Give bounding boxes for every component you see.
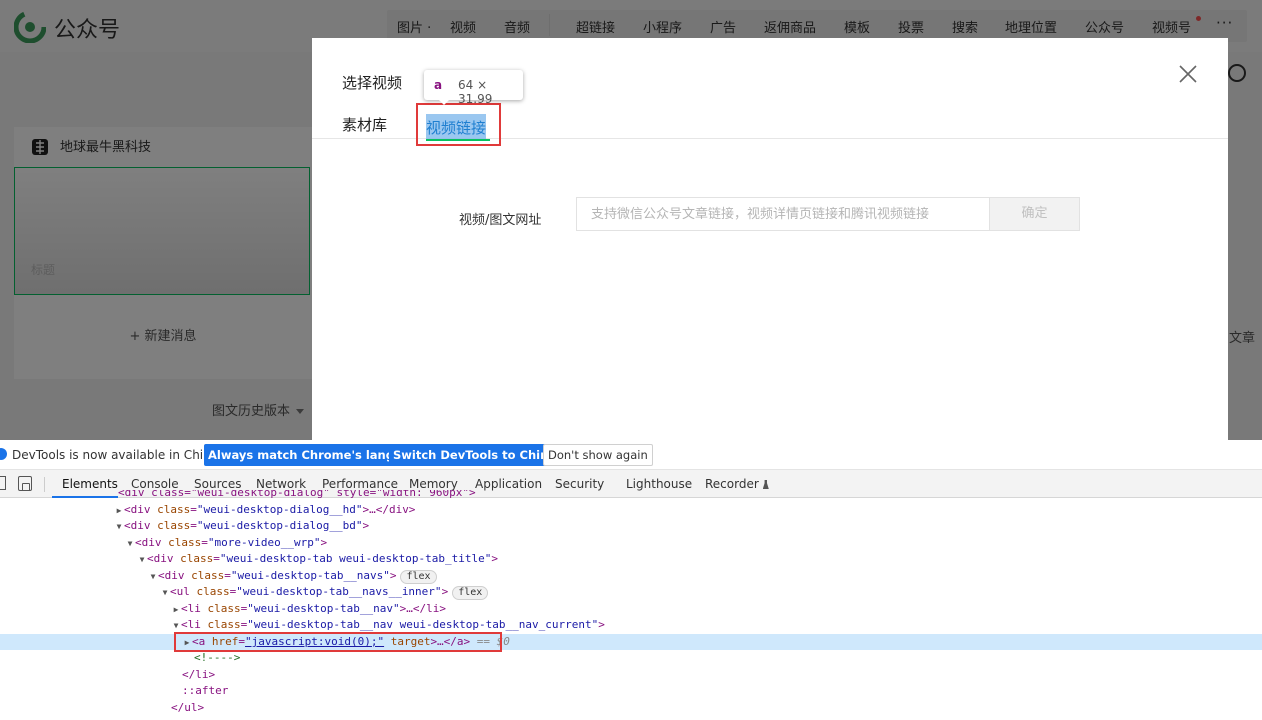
inspect-tooltip: a 64 × 31.99 [424, 70, 523, 106]
dom-row-tab-title[interactable]: ▼ <div class="weui-desktop-tab weui-deskt… [0, 551, 1262, 567]
experiment-flask-icon [762, 480, 769, 489]
dom-val: "weui-desktop-tab__nav" [247, 602, 400, 615]
confirm-button[interactable]: 确定 [989, 197, 1080, 231]
expand-arrow-icon[interactable]: ▶ [171, 602, 181, 618]
dom-attr: class [207, 618, 241, 631]
devtools-infobar: DevTools is now available in Chinese! Al… [0, 440, 1262, 470]
expand-arrow-icon[interactable]: ▶ [114, 503, 124, 519]
tab-network[interactable]: Network [256, 477, 306, 491]
dom-val: "weui-desktop-tab__navs" [230, 569, 390, 582]
dom-row-navs-inner[interactable]: ▼ <ul class="weui-desktop-tab__navs__inne… [0, 584, 1262, 600]
dom-val: "weui-desktop-tab weui-desktop-tab_title… [219, 552, 492, 565]
collapse-arrow-icon[interactable]: ▼ [160, 585, 170, 601]
dom-row-li-close[interactable]: </li> [0, 667, 1262, 683]
dom-tag-end: </ul> [171, 701, 205, 714]
dom-val: "weui-desktop-dialog__bd" [196, 519, 363, 532]
tooltip-tag: a [434, 78, 443, 92]
infobar-message: DevTools is now available in Chinese! [12, 448, 237, 462]
dom-tag-end: > [389, 569, 397, 582]
tab-highlight-box [416, 103, 501, 146]
dom-highlight-box [174, 632, 502, 652]
dom-tag: <li [181, 602, 208, 615]
collapse-arrow-icon[interactable]: ▼ [125, 536, 135, 552]
tab-console[interactable]: Console [131, 477, 179, 491]
inspect-element-icon[interactable] [0, 476, 6, 490]
dom-row-more-video[interactable]: ▼ <div class="more-video__wrp"> [0, 535, 1262, 551]
dom-tag: <li [181, 618, 208, 631]
tab-sources[interactable]: Sources [194, 477, 241, 491]
collapse-arrow-icon[interactable]: ▼ [137, 552, 147, 568]
dom-pseudo-element: ::after [182, 684, 229, 697]
dom-tag-end: > [598, 618, 605, 631]
dom-tag: <div [124, 503, 158, 516]
devtools-panel: DevTools is now available in Chinese! Al… [0, 440, 1262, 720]
elements-dom-tree: <div class="weui-desktop-dialog" style="… [0, 490, 1262, 720]
dom-tag: <div [135, 536, 169, 549]
screenshot-root: 公众号 图片 · 视频 音频 超链接 小程序 广告 返佣商品 模板 投票 搜索 … [0, 0, 1262, 720]
tab-performance[interactable]: Performance [322, 477, 398, 491]
video-url-input[interactable] [576, 197, 989, 231]
tab-recorder-label: Recorder [705, 477, 759, 491]
dom-row-comment[interactable]: <!----> [0, 650, 1262, 666]
dom-attr: class [157, 519, 191, 532]
tab-recorder[interactable]: Recorder [705, 477, 769, 491]
dom-attr: class [207, 602, 241, 615]
collapse-arrow-icon[interactable]: ▼ [148, 569, 158, 585]
tooltip-arrow [438, 99, 450, 105]
dom-row-dialog[interactable]: <div class="weui-desktop-dialog" style="… [0, 490, 1262, 501]
tab-material-library[interactable]: 素材库 [342, 114, 387, 135]
dom-text: <div class="weui-desktop-dialog" style="… [118, 490, 476, 499]
dom-tag-end: > [441, 585, 449, 598]
dom-attr: class [180, 552, 214, 565]
dialog-title: 选择视频 [342, 74, 403, 92]
dom-val: "weui-desktop-tab__navs__inner" [236, 585, 442, 598]
dom-tag: <div [147, 552, 181, 565]
dom-tag: <div [158, 569, 192, 582]
wechat-editor-page: 公众号 图片 · 视频 音频 超链接 小程序 广告 返佣商品 模板 投票 搜索 … [0, 0, 1262, 440]
tab-lighthouse[interactable]: Lighthouse [626, 477, 692, 491]
dom-val: "more-video__wrp" [207, 536, 321, 549]
collapse-arrow-icon[interactable]: ▼ [114, 519, 124, 535]
flex-badge[interactable]: flex [452, 586, 489, 600]
dom-tag-end: </li> [182, 668, 216, 681]
dom-comment: <!----> [194, 651, 241, 664]
device-toolbar-icon[interactable] [18, 476, 32, 491]
dom-tag-end: >…</div> [362, 503, 416, 516]
tooltip-dimensions: 64 × 31.99 [458, 78, 493, 106]
dom-row-dialog-hd[interactable]: ▶ <div class="weui-desktop-dialog__hd">…<… [0, 502, 1262, 518]
dom-val: "weui-desktop-tab__nav weui-desktop-tab_… [247, 618, 599, 631]
close-icon[interactable] [1178, 64, 1198, 84]
dom-tag-end: > [362, 519, 370, 532]
dom-row-dialog-bd[interactable]: ▼ <div class="weui-desktop-dialog__bd"> [0, 518, 1262, 534]
dom-attr: class [196, 585, 230, 598]
dom-tag: <div [124, 519, 158, 532]
info-icon [0, 448, 7, 460]
dom-row-tab-nav-current[interactable]: ▼ <li class="weui-desktop-tab__nav weui-d… [0, 617, 1262, 633]
tab-security[interactable]: Security [555, 477, 604, 491]
dont-show-again-button[interactable]: Don't show again [543, 444, 653, 466]
video-url-label: 视频/图文网址 [459, 213, 542, 228]
dom-attr: class [191, 569, 225, 582]
flex-badge[interactable]: flex [400, 570, 437, 584]
dom-row-tab-nav[interactable]: ▶ <li class="weui-desktop-tab__nav">…</li… [0, 601, 1262, 617]
dom-val: "weui-desktop-dialog__hd" [196, 503, 363, 516]
dom-tag-end: >…</li> [399, 602, 446, 615]
dom-attr: class [168, 536, 202, 549]
tab-application[interactable]: Application [475, 477, 542, 491]
dom-tag-end: > [320, 536, 328, 549]
dom-tag: <ul [170, 585, 197, 598]
tab-memory[interactable]: Memory [409, 477, 458, 491]
dom-row-ul-close[interactable]: </ul> [0, 700, 1262, 716]
dom-row-after[interactable]: ::after [0, 683, 1262, 699]
tab-elements[interactable]: Elements [62, 477, 118, 491]
dom-row-tab-navs[interactable]: ▼ <div class="weui-desktop-tab__navs"> fle… [0, 568, 1262, 584]
dom-tag-end: > [491, 552, 499, 565]
dom-attr: class [157, 503, 191, 516]
